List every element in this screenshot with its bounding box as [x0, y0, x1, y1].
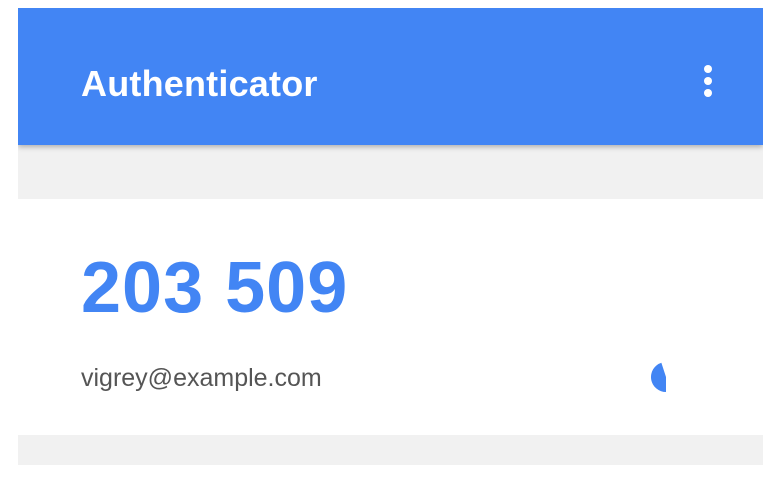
overflow-menu-button[interactable] [688, 56, 730, 106]
account-list-item[interactable]: 203 509 vigrey@example.com [18, 199, 763, 435]
device-frame: Authenticator 203 509 vigrey@example.com [0, 0, 763, 489]
app-title: Authenticator [81, 63, 318, 104]
timer-pie-icon [650, 362, 666, 392]
countdown-pie-fill [650, 362, 666, 392]
app-screen: Authenticator 203 509 vigrey@example.com [18, 8, 763, 465]
otp-code: 203 509 [81, 248, 349, 328]
app-bar: Authenticator [18, 8, 763, 145]
account-email: vigrey@example.com [81, 364, 322, 392]
